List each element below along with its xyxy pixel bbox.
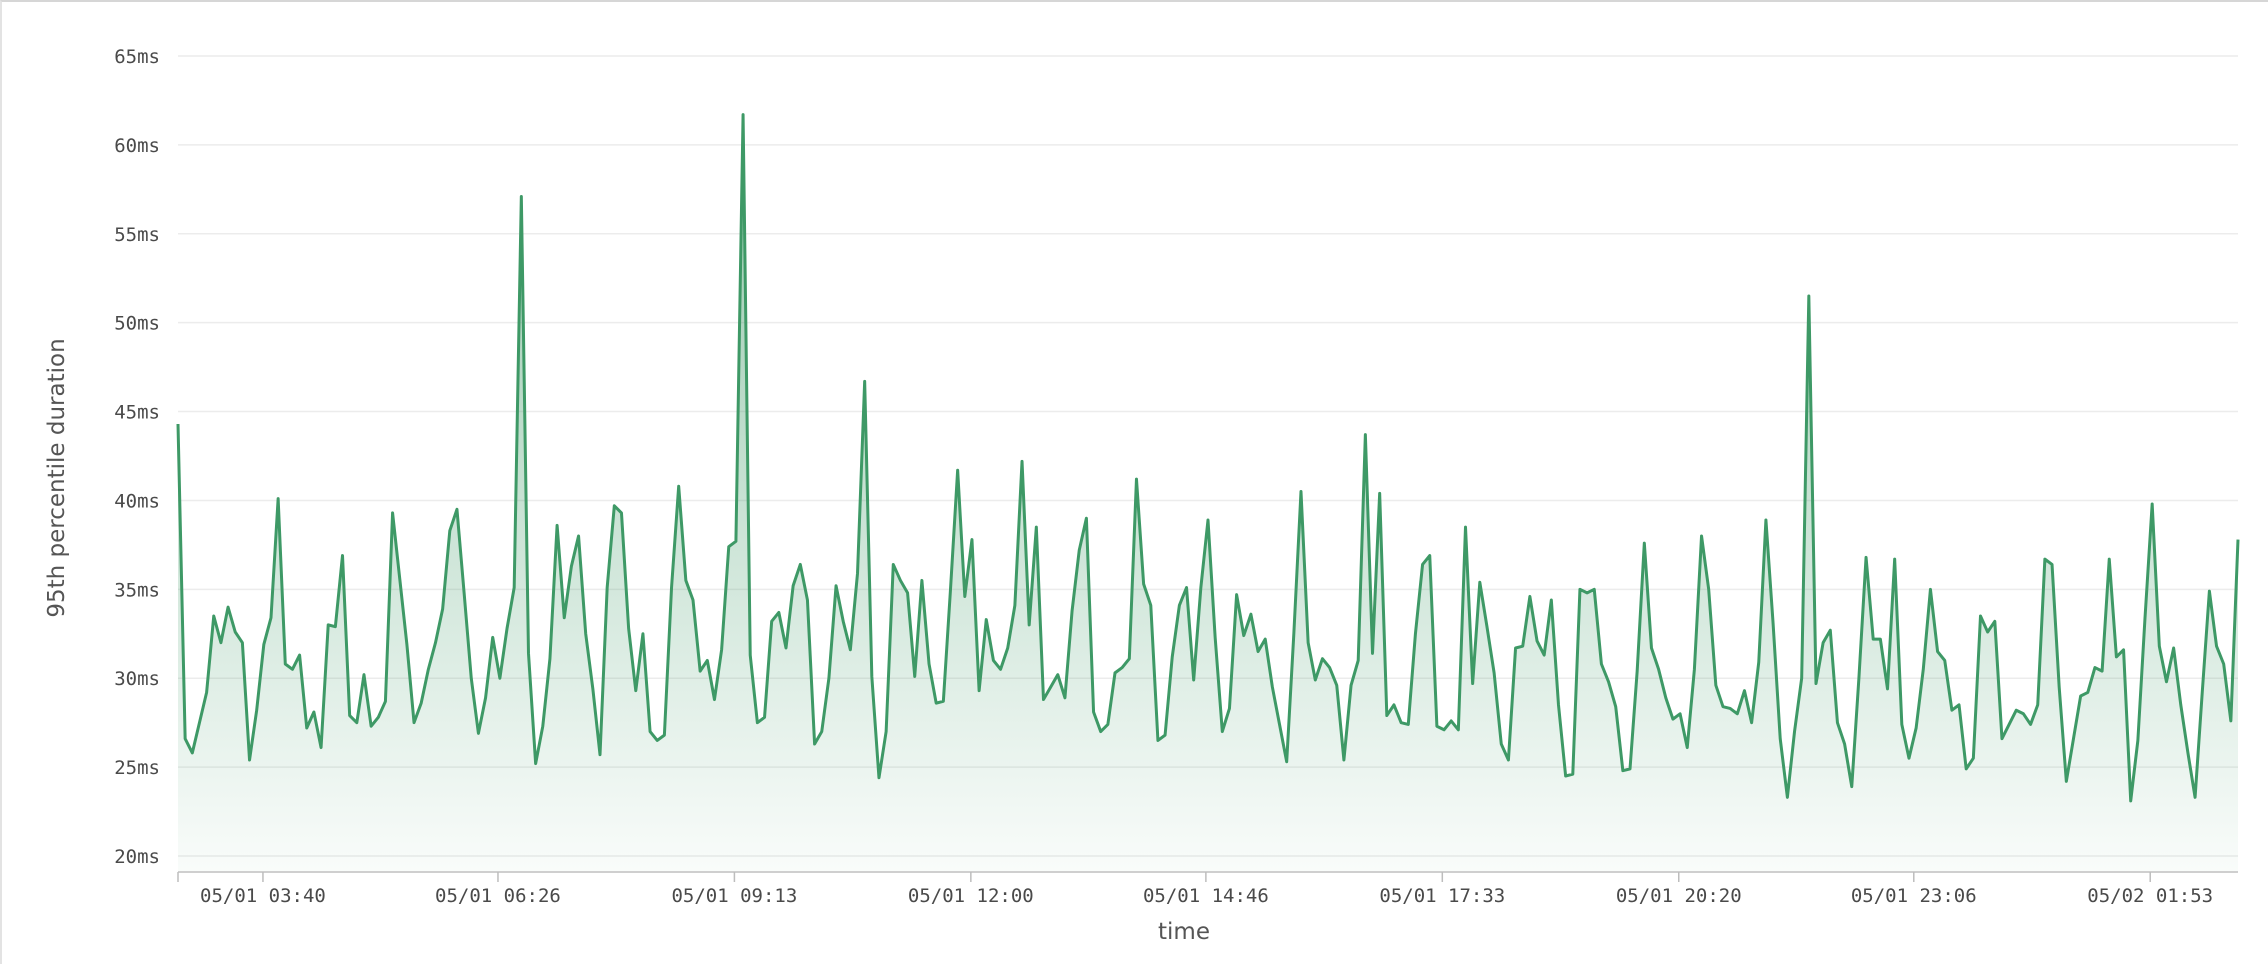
y-tick-label: 45ms [114, 402, 160, 424]
y-tick-label: 25ms [114, 757, 160, 779]
x-tick-label: 05/01 12:00 [908, 885, 1034, 907]
y-tick-label: 30ms [114, 668, 160, 690]
y-tick-label: 40ms [114, 490, 160, 512]
x-tick-label: 05/01 14:46 [1143, 885, 1269, 907]
x-tick-label: 05/01 06:26 [435, 885, 561, 907]
x-tick-label: 05/01 03:40 [200, 885, 326, 907]
y-tick-label: 35ms [114, 579, 160, 601]
y-tick-label: 20ms [114, 846, 160, 868]
x-tick-label: 05/01 09:13 [671, 885, 797, 907]
x-tick-label: 05/01 17:33 [1379, 885, 1505, 907]
latency-area-chart: 20ms 25ms 30ms 35ms 40ms 45ms 50ms 55ms 60ms 65ms… [44, 46, 2240, 945]
x-tick-label: 05/01 23:06 [1851, 885, 1977, 907]
x-tick-label: 05/01 20:20 [1616, 885, 1742, 907]
y-axis-tick-labels: 20ms 25ms 30ms 35ms 40ms 45ms 50ms 55ms 60ms 65ms [114, 46, 160, 868]
y-tick-label: 60ms [114, 135, 160, 157]
x-axis-title: time [1158, 919, 1210, 945]
x-tick-label: 05/02 01:53 [2087, 885, 2213, 907]
y-axis-title: 95th percentile duration [44, 338, 70, 617]
y-tick-label: 65ms [114, 46, 160, 68]
x-axis-tick-labels: 05/01 03:40 05/01 06:26 05/01 09:13 05/01 1… [177, 872, 2213, 907]
y-tick-label: 55ms [114, 224, 160, 246]
y-tick-label: 50ms [114, 313, 160, 335]
series-area [178, 114, 2238, 873]
